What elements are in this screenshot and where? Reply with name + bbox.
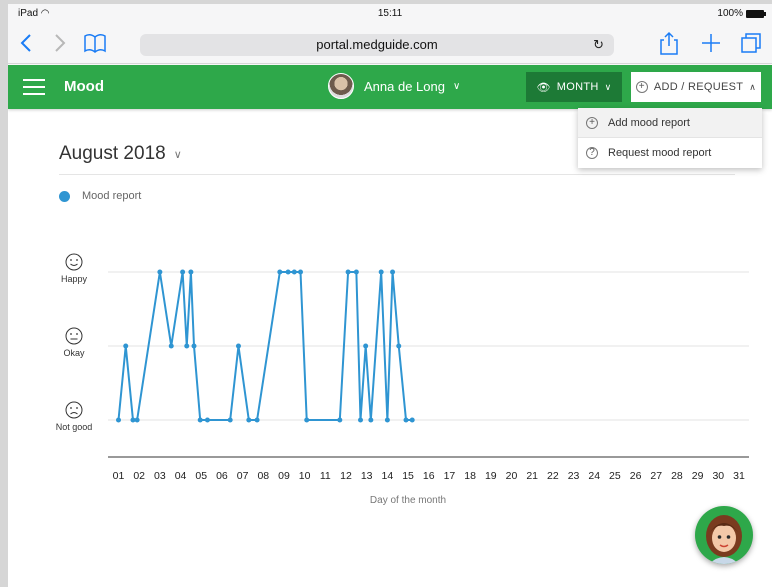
face-eye [76,333,78,335]
x-tick-label: 01 [113,470,125,482]
ipad-screen: iPad ◠ 15:11 100% portal.medguide.com ↻ … [8,4,772,587]
face-mouth [70,412,78,415]
data-point [168,343,174,349]
sad-face-icon [65,401,83,419]
data-point [277,269,283,275]
face-eye [70,407,72,409]
x-tick-label: 02 [133,470,145,482]
face-eye [76,407,78,409]
data-point [396,343,402,349]
x-tick-label: 27 [650,470,662,482]
plus-circle-icon: + [586,116,598,129]
x-tick-label: 03 [154,470,166,482]
x-tick-label: 11 [320,470,331,482]
face-outline [65,327,83,345]
x-tick-label: 05 [195,470,207,482]
data-point [363,343,369,349]
face-outline [65,401,83,419]
x-tick-label: 29 [692,470,704,482]
x-tick-label: 23 [568,470,580,482]
x-tick-label: 22 [547,470,559,482]
data-point [254,417,260,423]
face-outline [65,253,83,271]
x-tick-label: 12 [340,470,352,482]
data-point [357,417,363,423]
x-tick-label: 18 [464,470,476,482]
data-point [390,269,396,275]
x-tick-label: 04 [175,470,187,482]
mood-chart: Not good Okay Happy 01 02 03 04 05 06 07 08 09 10 11 1… [56,253,749,506]
data-point [197,417,203,423]
data-point [403,417,409,423]
neutral-face-icon [65,327,83,345]
add-request-menu: + Add mood report ? Request mood report [578,108,762,168]
face-mouth [70,263,78,266]
data-point [191,343,197,349]
x-tick-label: 10 [299,470,311,482]
data-point [298,269,304,275]
x-tick-label: 31 [733,470,745,482]
x-tick-label: 26 [630,470,642,482]
data-point [227,417,233,423]
x-tick-label: 20 [506,470,518,482]
x-tick-label: 30 [712,470,724,482]
x-tick-label: 28 [671,470,683,482]
x-tick-label: 13 [361,470,373,482]
data-point [123,343,129,349]
x-tick-label: 08 [257,470,269,482]
data-point [235,343,241,349]
happy-face-icon [65,253,83,271]
data-point [134,417,140,423]
data-point [116,417,121,423]
x-tick-label: 14 [382,470,394,482]
x-tick-label: 09 [278,470,290,482]
y-tick-label: Happy [61,274,88,284]
y-tick-label: Okay [63,348,85,358]
x-tick-label: 19 [485,470,497,482]
menu-item-add-mood-report[interactable]: + Add mood report [578,108,762,138]
data-point [409,417,415,423]
x-tick-label: 17 [444,470,456,482]
x-tick-label: 25 [609,470,621,482]
face-eye [70,333,72,335]
y-tick-label: Not good [56,422,93,432]
x-tick-label: 06 [216,470,228,482]
x-tick-label: 24 [588,470,600,482]
data-point [246,417,252,423]
menu-item-label: Add mood report [608,116,690,129]
x-tick-label: 15 [402,470,414,482]
x-tick-label: 16 [423,470,435,482]
data-point [180,269,186,275]
data-point [184,343,190,349]
data-point [285,269,291,275]
face-eye [76,259,78,261]
data-point [368,417,374,423]
data-point [188,269,194,275]
data-point [378,269,384,275]
data-point [353,269,359,275]
data-point [384,417,390,423]
data-point [157,269,163,275]
assistant-avatar-icon [706,515,742,564]
x-tick-label: 21 [526,470,538,482]
data-point [337,417,343,423]
x-tick-label: 07 [237,470,249,482]
data-point [291,269,297,275]
data-point [345,269,351,275]
menu-item-label: Request mood report [608,147,712,159]
question-circle-icon: ? [586,147,598,159]
menu-item-request-mood-report[interactable]: ? Request mood report [578,138,762,168]
x-axis-label: Day of the month [370,495,446,506]
assistant-button[interactable] [695,506,753,564]
data-point [304,417,310,423]
data-point [204,417,210,423]
face-eye [70,259,72,261]
